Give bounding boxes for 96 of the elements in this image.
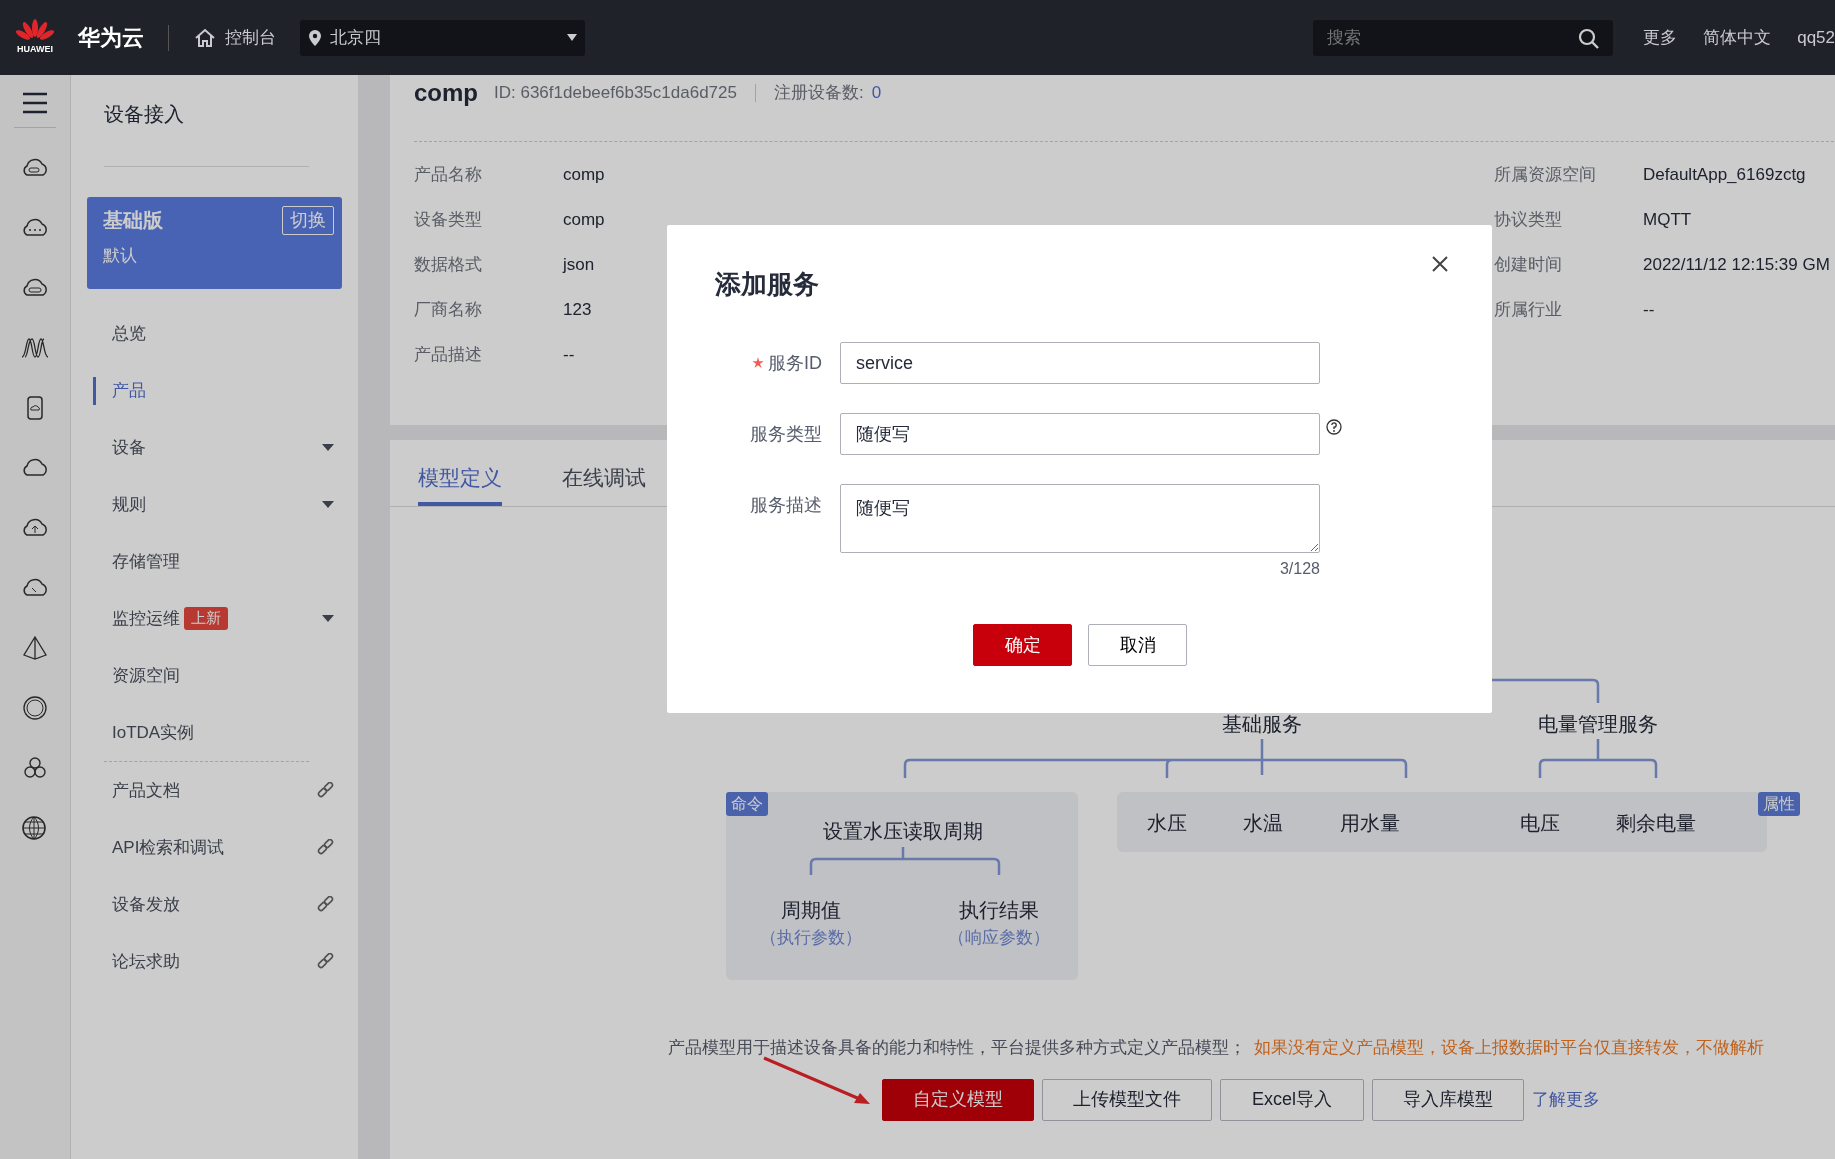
brand-name[interactable]: 华为云 [78, 21, 144, 54]
input-field[interactable]: 随便写 [840, 413, 1320, 455]
character-counter: 3/128 [1279, 559, 1320, 579]
command-badge: 命令 [726, 792, 768, 816]
detail-value: json [563, 254, 595, 276]
logo-petals [16, 18, 54, 43]
detail-value: DefaultApp_6169zctg [1643, 164, 1806, 186]
region-name: 北京四 [330, 26, 382, 49]
link-icon [317, 782, 334, 799]
action-button[interactable]: 上传模型文件 [1042, 1078, 1212, 1121]
detail-label: 协议类型 [1494, 209, 1563, 231]
detail-value: -- [1643, 299, 1655, 321]
custom-model-button[interactable]: 自定义模型 [882, 1078, 1034, 1121]
detail-value: MQTT [1643, 209, 1692, 231]
caret-icon [322, 501, 334, 508]
console-link[interactable]: 控制台 [193, 24, 276, 51]
detail-label: 所属资源空间 [1494, 164, 1597, 186]
device-count: 0 [871, 82, 882, 105]
location-pin-icon [308, 28, 322, 47]
detail-value: -- [563, 344, 575, 366]
confirm-button[interactable]: 确定 [973, 624, 1072, 666]
sidebar-item[interactable]: 论坛求助 [71, 933, 358, 990]
field-label: 服务描述 [750, 493, 822, 517]
edition-name: 基础版 [103, 208, 163, 233]
detail-label: 设备类型 [414, 209, 483, 231]
search-icon [1578, 27, 1600, 49]
new-badge: 上新 [184, 607, 228, 630]
caret-icon [322, 615, 334, 622]
parameter-note: （执行参数） [760, 927, 862, 950]
caret-icon [322, 444, 334, 451]
service-label: 基础服务 [1222, 712, 1302, 737]
input-field[interactable]: service [840, 342, 1320, 384]
property-label: 电压 [1520, 811, 1560, 836]
dialog-title: 添加服务 [715, 268, 819, 301]
property-label: 剩余电量 [1616, 811, 1696, 836]
logo[interactable]: HUAWEI [16, 18, 54, 57]
property-label: 用水量 [1340, 811, 1400, 836]
topbar-link[interactable]: qq52 [1797, 24, 1835, 51]
link-icon [317, 839, 334, 856]
field-label: 服务类型 [750, 422, 822, 446]
sidebar-item[interactable]: 产品文档 [71, 762, 358, 819]
search-field[interactable]: 搜索 [1313, 19, 1614, 56]
property-badge: 属性 [1758, 792, 1800, 816]
detail-label: 数据格式 [414, 254, 483, 276]
tab[interactable]: 在线调试 [562, 450, 646, 506]
sidebar-item[interactable]: 规则 [71, 476, 358, 533]
learn-more-link[interactable]: 了解更多 [1532, 1086, 1600, 1113]
parameter-note: （响应参数） [948, 927, 1050, 950]
detail-value: comp [563, 209, 605, 231]
sidebar-item[interactable]: 产品 [71, 362, 358, 419]
circle-icon[interactable] [20, 695, 50, 721]
product-id: ID: 636f1debeef6b35c1da6d725 [494, 82, 737, 105]
cancel-button[interactable]: 取消 [1088, 624, 1187, 666]
detail-value: 2022/11/12 12:15:39 GM [1643, 254, 1830, 276]
sidebar-item[interactable]: 设备发放 [71, 876, 358, 933]
detail-label: 所属行业 [1494, 299, 1563, 321]
menu-icon[interactable] [21, 91, 49, 115]
sidebar-item[interactable]: 监控运维 上新 [71, 590, 358, 647]
product-name: comp [414, 78, 478, 108]
switch-button[interactable]: 切换 [282, 205, 334, 235]
detail-value: comp [563, 164, 605, 186]
sidebar-item[interactable]: API检索和调试 [71, 819, 358, 876]
warning-text: 如果没有定义产品模型，设备上报数据时平台仅直接转发，不做解析 [1254, 1038, 1764, 1057]
tab[interactable]: 模型定义 [418, 450, 502, 506]
device-count-label: 注册设备数: [773, 82, 864, 105]
link-icon [317, 896, 334, 913]
detail-label: 产品描述 [414, 344, 483, 366]
sidebar-item[interactable]: 设备 [71, 419, 358, 476]
detail-value: 123 [563, 299, 592, 321]
parameter-label: 周期值 [781, 898, 841, 923]
help-icon[interactable] [1326, 419, 1342, 435]
sidebar-item[interactable]: 资源空间 [71, 647, 358, 704]
description-text: 产品模型用于描述设备具备的能力和特性，平台提供多种方式定义产品模型； [668, 1038, 1246, 1057]
property-label: 水温 [1243, 811, 1283, 836]
sidebar-item[interactable]: 存储管理 [71, 533, 358, 590]
property-label: 水压 [1147, 811, 1187, 836]
topbar-link[interactable]: 更多 [1643, 24, 1678, 51]
action-button[interactable]: Excel导入 [1220, 1078, 1364, 1121]
region-select[interactable]: 北京四 [300, 19, 585, 56]
action-button[interactable]: 导入库模型 [1372, 1078, 1524, 1121]
sidebar-item[interactable]: IoTDA实例 [71, 704, 358, 761]
detail-label: 产品名称 [414, 164, 483, 186]
text-area[interactable]: 随便写 [840, 484, 1320, 553]
parameter-label: 执行结果 [959, 898, 1039, 923]
topbar-link[interactable]: 简体中文 [1703, 24, 1772, 51]
detail-label: 厂商名称 [414, 299, 483, 321]
sidebar-item[interactable]: 总览 [71, 305, 358, 362]
detail-label: 创建时间 [1494, 254, 1563, 276]
sidebar-title: 设备接入 [103, 102, 185, 127]
service-label: 电量管理服务 [1538, 712, 1658, 737]
command-name: 设置水压读取周期 [823, 819, 983, 844]
field-label: 服务ID [768, 351, 822, 375]
edition-subtitle: 默认 [103, 245, 138, 267]
link-icon [317, 953, 334, 970]
caret-icon [567, 34, 577, 41]
close-icon[interactable] [1431, 255, 1449, 273]
